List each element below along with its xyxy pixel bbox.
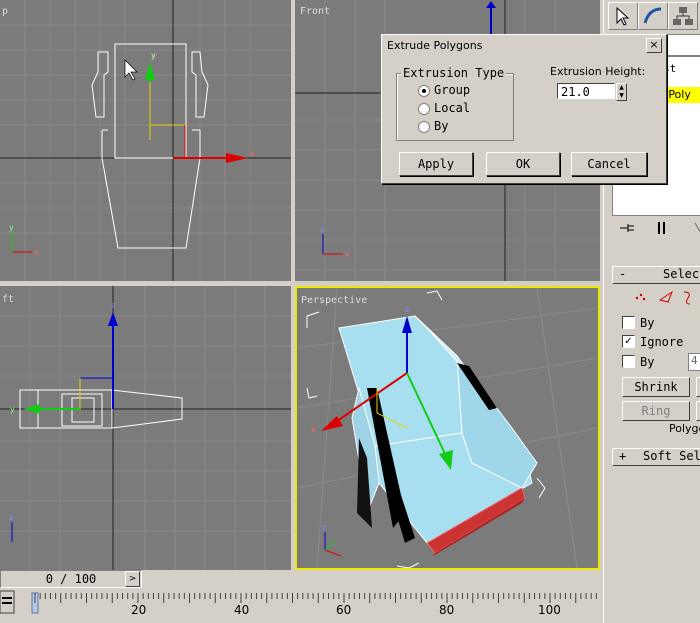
close-icon[interactable]: × [646,38,662,53]
viewport-perspective[interactable]: z x z Perspective [295,286,600,570]
modify-icon [643,7,662,24]
track-bar[interactable] [0,589,603,623]
by-vertex-label: By [640,316,655,330]
svg-text:z: z [9,513,13,522]
hierarchy-panel-button[interactable] [668,2,698,30]
cancel-button[interactable]: Cancel [571,152,647,176]
svg-text:x: x [34,248,39,257]
tick-label-80: 80 [439,603,455,617]
viewport-top[interactable]: y x y x p [0,0,291,281]
extrusion-height-spinner[interactable]: ▲ ▼ [616,83,627,101]
select-tool-button[interactable] [608,2,638,30]
svg-text:x: x [311,425,316,434]
by-angle-checkbox[interactable] [622,355,635,368]
option-local-label: Local [434,101,471,115]
shrink-button[interactable]: Shrink [622,377,690,397]
viewport-separator-vertical [291,0,295,570]
apply-button[interactable]: Apply [399,152,473,176]
cursor-icon [616,6,630,26]
extrusion-type-label: Extrusion Type [401,66,507,80]
option-group-label: Group [434,83,471,97]
rollout-collapse-toggle[interactable]: - [619,267,626,281]
pin-stack-icon[interactable] [616,218,638,238]
svg-text:x: x [250,149,255,158]
soft-selection-rollout-header[interactable]: + Soft Sel [612,448,700,466]
extrude-polygons-dialog: Extrude Polygons × Extrusion Type Group … [381,34,667,184]
option-by-label: By [434,119,449,133]
tick-label-100: 100 [538,603,561,617]
show-end-result-icon[interactable] [654,218,670,238]
modify-panel-button[interactable] [638,2,668,30]
radio-local[interactable] [418,103,430,115]
radio-by-polygon[interactable] [418,121,430,133]
tick-label-20: 20 [131,603,147,617]
ignore-backfacing-label: Ignore [640,335,684,349]
tick-label-60: 60 [336,603,352,617]
viewport-label-perspective[interactable]: Perspective [301,295,367,306]
viewport-left[interactable]: z y z ft [0,286,291,570]
ring-button[interactable]: Ring [622,401,690,421]
loop-button[interactable] [696,401,700,421]
svg-text:z: z [320,225,324,234]
ok-button[interactable]: OK [486,152,560,176]
dialog-title[interactable]: Extrude Polygons [384,37,664,55]
selected-polygon-status: Polygo [669,422,700,435]
angle-field[interactable]: 4 [688,353,700,371]
rollout-expand-toggle[interactable]: + [619,449,626,463]
tick-label-40: 40 [234,603,250,617]
svg-text:y: y [10,405,15,414]
viewport-separator-horizontal [0,281,603,286]
make-unique-icon[interactable] [692,218,700,238]
viewport-label-left[interactable]: ft [2,294,14,305]
time-slider[interactable]: 0 / 100 [0,570,142,588]
viewport-label-front[interactable]: Front [300,6,330,17]
grow-button[interactable] [696,377,700,397]
track-bar-ticks [0,590,597,614]
viewport-label-top[interactable]: p [2,6,8,17]
svg-text:y: y [9,223,14,232]
svg-text:z: z [322,523,326,532]
svg-text:z: z [111,301,115,310]
soft-selection-rollout-title: Soft Sel [643,449,700,463]
by-angle-label: By [640,355,655,369]
next-frame-arrow-icon[interactable]: > [125,571,140,587]
angle-value: 4 [691,354,698,367]
radio-group[interactable] [418,85,430,97]
hierarchy-icon [673,7,693,25]
selection-rollout-header[interactable]: - Select [612,266,700,284]
selection-rollout-title: Select [663,267,700,281]
subobject-level-icons[interactable] [632,288,700,306]
ignore-backfacing-checkbox[interactable]: ✓ [622,335,635,348]
svg-text:y: y [151,51,156,60]
svg-text:x: x [345,250,350,259]
svg-text:z: z [405,305,409,314]
by-vertex-checkbox[interactable] [622,316,635,329]
extrusion-height-label: Extrusion Height: [550,65,646,78]
extrusion-height-input[interactable]: 21.0 [557,83,615,99]
